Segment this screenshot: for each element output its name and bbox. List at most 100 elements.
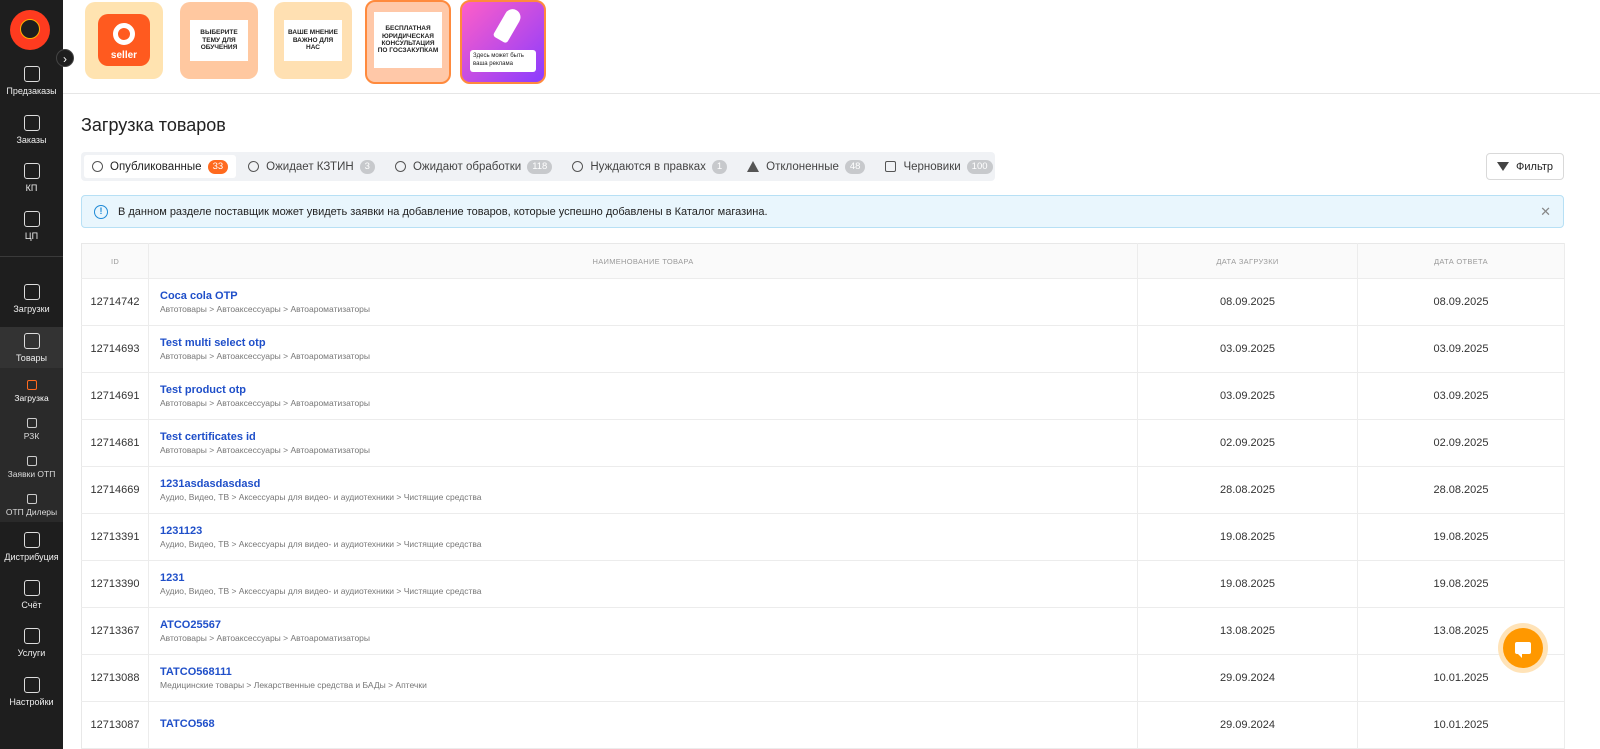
table-row[interactable]: 12714681 Test certificates id Автотовары >… — [81, 419, 1565, 467]
sidebar-subitem-upload[interactable]: Загрузка — [0, 368, 63, 408]
table-row[interactable]: 12713088 TATCO568111 Медицинские товары > … — [81, 654, 1565, 702]
sidebar-item-cp[interactable]: ЦП — [0, 211, 63, 241]
cell-id: 12713390 — [81, 560, 149, 608]
cell-id: 12713391 — [81, 513, 149, 561]
tab-awaiting-kztin[interactable]: Ожидает КЗТИН 3 — [240, 155, 383, 178]
table-row[interactable]: 12713390 1231 Аудио, Видео, ТВ > Аксессуар… — [81, 560, 1565, 608]
chevron-right-icon[interactable]: › — [56, 49, 74, 67]
product-link[interactable]: ATCO25567 — [160, 619, 1136, 631]
column-header-answer-date[interactable]: Дата ответа — [1357, 243, 1565, 279]
edit-icon — [885, 161, 897, 172]
product-link[interactable]: Test multi select otp — [160, 337, 1136, 349]
cell-name: 1231asdasdasdasd Аудио, Видео, ТВ > Аксес… — [148, 466, 1138, 514]
table-row[interactable]: 12714693 Test multi select otp Автотовары … — [81, 325, 1565, 373]
table-row[interactable]: 12713367 ATCO25567 Автотовары > Автоаксесс… — [81, 607, 1565, 655]
cell-upload-date: 03.09.2025 — [1137, 325, 1358, 373]
tab-rejected[interactable]: Отклоненные 48 — [739, 155, 873, 178]
product-category: Медицинские товары > Лекарственные средс… — [160, 680, 427, 690]
lock-icon — [26, 418, 37, 428]
product-link[interactable]: Test certificates id — [160, 431, 1136, 443]
seller-logo-text: seller — [110, 50, 138, 61]
sidebar: › Предзаказы Заказы КП ЦП Загрузки Товар… — [0, 0, 74, 749]
banner-text: БЕСПЛАТНАЯ ЮРИДИЧЕСКАЯ КОНСУЛЬТАЦИЯ ПО Г… — [374, 12, 442, 68]
banner-legal-consultation[interactable]: БЕСПЛАТНАЯ ЮРИДИЧЕСКАЯ КОНСУЛЬТАЦИЯ ПО Г… — [365, 0, 451, 84]
cell-name: TATCO568 — [148, 701, 1138, 749]
table-row[interactable]: 12714742 Coca cola OTP Автотовары > Автоак… — [81, 278, 1565, 326]
banner-text: Здесь может быть ваша реклама — [470, 50, 536, 72]
sidebar-item-label: Предзаказы — [6, 86, 57, 96]
cell-upload-date: 29.09.2024 — [1137, 701, 1358, 749]
table-row[interactable]: 12713391 1231123 Аудио, Видео, ТВ > Аксесс… — [81, 513, 1565, 561]
cell-id: 12713367 — [81, 607, 149, 655]
info-alert: ! В данном разделе поставщик может увиде… — [81, 195, 1564, 228]
page-title: Загрузка товаров — [81, 115, 226, 135]
sidebar-subitem-label: Загрузка — [14, 393, 49, 403]
store-icon — [23, 532, 40, 548]
orders-icon — [23, 115, 40, 131]
logo[interactable] — [10, 10, 50, 50]
product-link[interactable]: Test product otp — [160, 384, 1136, 396]
sidebar-item-preorders[interactable]: Предзаказы — [0, 66, 63, 96]
goods-table: ID Наименование товара Дата загрузки Дат… — [81, 243, 1565, 749]
table-row[interactable]: 12713087 TATCO568 29.09.2024 10.01.2025 — [81, 701, 1565, 749]
filter-button[interactable]: Фильтр — [1486, 153, 1564, 180]
bag-icon — [23, 211, 40, 227]
sidebar-item-orders[interactable]: Заказы — [0, 115, 63, 145]
tab-label: Опубликованные — [110, 160, 202, 173]
chat-button[interactable] — [1503, 628, 1543, 668]
sidebar-item-account[interactable]: Счёт — [0, 580, 63, 610]
tab-drafts[interactable]: Черновики 100 — [877, 155, 1000, 178]
preorder-icon — [23, 66, 40, 82]
sidebar-item-distribution[interactable]: Дистрибуция — [0, 532, 63, 562]
tab-published[interactable]: Опубликованные 33 — [84, 155, 237, 178]
sidebar-subitem-otp-requests[interactable]: Заявки ОТП — [0, 446, 63, 484]
upload-icon — [26, 380, 37, 390]
cell-name: Test product otp Автотовары > Автоаксессу… — [148, 372, 1138, 420]
cell-answer-date: 08.09.2025 — [1357, 278, 1565, 326]
tab-needs-edits[interactable]: Нуждаются в правках 1 — [564, 155, 735, 178]
table-row[interactable]: 12714669 1231asdasdasdasd Аудио, Видео, ТВ… — [81, 466, 1565, 514]
column-header-upload-date[interactable]: Дата загрузки — [1137, 243, 1358, 279]
copy-icon — [26, 456, 37, 466]
tab-awaiting-processing[interactable]: Ожидают обработки 118 — [387, 155, 560, 178]
table-row[interactable]: 12714691 Test product otp Автотовары > Авт… — [81, 372, 1565, 420]
cell-id: 12714681 — [81, 419, 149, 467]
status-tabs: Опубликованные 33 Ожидает КЗТИН 3 Ожидаю… — [81, 152, 995, 181]
tab-label: Отклоненные — [766, 160, 839, 173]
cell-upload-date: 19.08.2025 — [1137, 560, 1358, 608]
info-icon: ! — [94, 204, 108, 219]
sidebar-item-kp[interactable]: КП — [0, 163, 63, 193]
close-icon[interactable]: ✕ — [1540, 204, 1551, 220]
sidebar-item-label: Услуги — [17, 648, 46, 658]
sidebar-item-settings[interactable]: Настройки — [0, 677, 63, 707]
cell-id: 12714669 — [81, 466, 149, 514]
sidebar-subitem-rzk[interactable]: РЗК — [0, 408, 63, 446]
banner-training[interactable]: ВЫБЕРИТЕ ТЕМУ ДЛЯ ОБУЧЕНИЯ — [180, 2, 258, 79]
sidebar-item-label: Дистрибуция — [4, 552, 59, 562]
sidebar-item-services[interactable]: Услуги — [0, 628, 63, 658]
cell-answer-date: 03.09.2025 — [1357, 325, 1565, 373]
product-link[interactable]: 1231 — [160, 572, 1136, 584]
product-link[interactable]: Coca cola OTP — [160, 290, 1136, 302]
product-link[interactable]: 1231123 — [160, 525, 1136, 537]
cell-upload-date: 19.08.2025 — [1137, 513, 1358, 561]
alert-text: В данном разделе поставщик может увидеть… — [118, 205, 768, 218]
cell-upload-date: 08.09.2025 — [1137, 278, 1358, 326]
cell-name: ATCO25567 Автотовары > Автоаксессуары > А… — [148, 607, 1138, 655]
banner-seller[interactable]: seller — [85, 2, 163, 79]
sidebar-item-uploads[interactable]: Загрузки — [0, 284, 63, 314]
cell-name: 1231123 Аудио, Видео, ТВ > Аксессуары для… — [148, 513, 1138, 561]
sidebar-item-goods[interactable]: Товары — [0, 327, 63, 368]
column-header-name[interactable]: Наименование товара — [148, 243, 1138, 279]
banner-feedback[interactable]: ВАШЕ МНЕНИЕ ВАЖНО ДЛЯ НАС — [274, 2, 352, 79]
sidebar-item-label: Заказы — [16, 135, 47, 145]
product-link[interactable]: TATCO568111 — [160, 666, 1136, 678]
banner-advertising[interactable]: Здесь может быть ваша реклама — [460, 0, 546, 84]
column-header-id[interactable]: ID — [81, 243, 149, 279]
sidebar-subitem-otp-dealers[interactable]: ОТП Дилеры — [0, 484, 63, 522]
product-category: Аудио, Видео, ТВ > Аксессуары для видео-… — [160, 586, 482, 596]
count-badge: 33 — [207, 159, 229, 174]
product-link[interactable]: TATCO568 — [160, 718, 1136, 730]
product-link[interactable]: 1231asdasdasdasd — [160, 478, 1136, 490]
cell-name: Test multi select otp Автотовары > Автоак… — [148, 325, 1138, 373]
